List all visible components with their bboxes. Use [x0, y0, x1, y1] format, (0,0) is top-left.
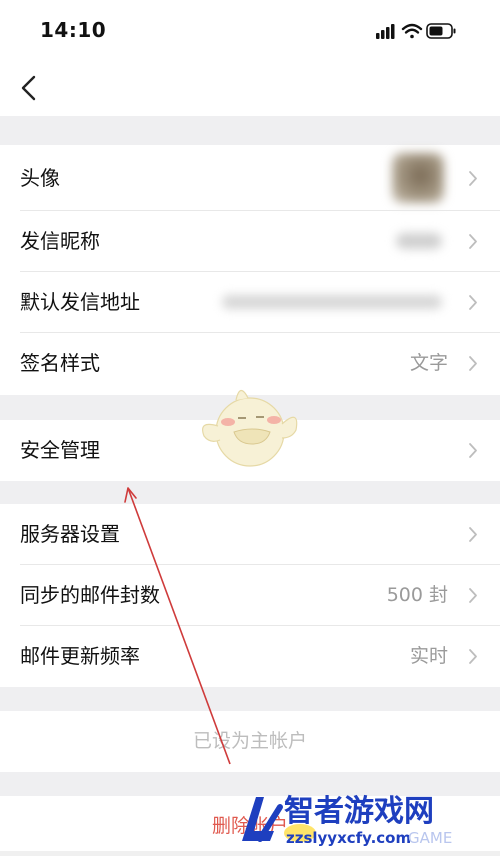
back-arrow-icon[interactable] — [14, 72, 46, 104]
nickname-label: 发信昵称 — [20, 229, 100, 253]
watermark-game: GAME — [408, 829, 452, 847]
mascot-sticker — [202, 389, 298, 467]
address-value-blurred — [222, 295, 442, 309]
sync-count-value: 500 封 — [386, 584, 448, 606]
watermark-url: zzslyyxcfy.com — [286, 829, 411, 847]
signature-style-value: 文字 — [409, 352, 448, 374]
avatar-label: 头像 — [20, 166, 60, 190]
chevron-right-icon — [469, 234, 477, 249]
default-address-label: 默认发信地址 — [20, 290, 140, 314]
set-primary-account-button[interactable]: 已设为主帐户 — [0, 711, 500, 772]
signal-icon — [376, 24, 395, 39]
section-gap — [0, 687, 500, 711]
nickname-row[interactable]: 发信昵称 — [0, 211, 500, 272]
server-settings-label: 服务器设置 — [20, 522, 120, 546]
update-frequency-value: 实时 — [409, 645, 448, 667]
nav-bar — [0, 62, 500, 116]
chevron-right-icon — [469, 443, 477, 458]
server-settings-group: 服务器设置 同步的邮件封数 500 封 邮件更新频率 实时 — [0, 504, 500, 687]
nickname-value-blurred — [396, 233, 442, 249]
primary-account-group: 已设为主帐户 — [0, 711, 500, 772]
watermark-brand: 智者游戏网 — [284, 794, 434, 829]
chevron-right-icon — [469, 588, 477, 603]
battery-icon — [426, 23, 456, 39]
sync-count-row[interactable]: 同步的邮件封数 500 封 — [0, 565, 500, 626]
status-time: 14:10 — [40, 18, 107, 42]
chevron-right-icon — [469, 649, 477, 664]
section-gap — [0, 116, 500, 145]
annotation-arrow — [124, 487, 231, 765]
watermark-logo: 智者游戏网 zzslyyxcfy.com GAME — [242, 794, 452, 847]
watermark-emblem — [242, 797, 283, 842]
wifi-icon — [401, 23, 423, 39]
account-info-group: 头像 发信昵称 默认发信地址 签名样式 文字 — [0, 145, 500, 395]
avatar-row[interactable]: 头像 — [0, 145, 500, 211]
status-bar: 14:10 — [0, 0, 500, 62]
security-management-label: 安全管理 — [20, 438, 100, 462]
chevron-right-icon — [469, 527, 477, 542]
status-icons — [376, 23, 456, 39]
chevron-right-icon — [469, 356, 477, 371]
signature-style-label: 签名样式 — [20, 351, 100, 375]
chevron-right-icon — [469, 295, 477, 310]
section-gap — [0, 481, 500, 504]
default-address-row[interactable]: 默认发信地址 — [0, 272, 500, 333]
avatar — [392, 153, 444, 203]
chevron-right-icon — [469, 171, 477, 186]
update-frequency-row[interactable]: 邮件更新频率 实时 — [0, 626, 500, 687]
server-settings-row[interactable]: 服务器设置 — [0, 504, 500, 565]
